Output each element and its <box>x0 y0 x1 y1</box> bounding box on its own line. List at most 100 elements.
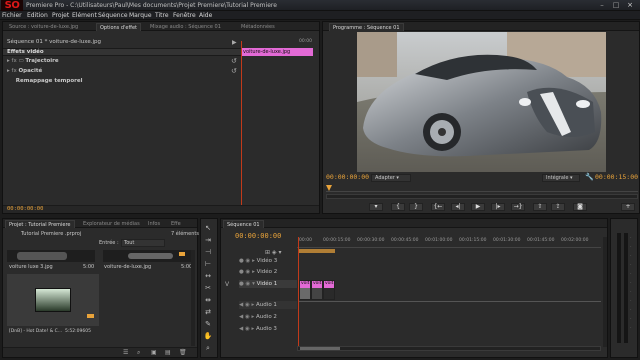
tab-project[interactable]: Projet : Tutorial Premiere <box>5 220 75 228</box>
new-item-icon[interactable]: ▤ <box>165 349 171 356</box>
go-to-out-button[interactable]: →} <box>511 203 525 211</box>
mark-out-button[interactable]: } <box>409 203 423 211</box>
clip-label: voit <box>301 281 310 286</box>
close-button[interactable]: × <box>624 1 636 9</box>
slip-tool-icon[interactable]: ⇹ <box>203 295 213 305</box>
playhead-line <box>241 41 242 211</box>
zoom-tool-icon[interactable]: ⌕ <box>203 343 213 353</box>
extract-button[interactable]: ⇪ <box>551 203 565 211</box>
clip-bar[interactable]: voiture-de-luxe.jpg <box>241 48 313 56</box>
minimize-button[interactable]: – <box>596 1 608 9</box>
video-clip[interactable]: voit <box>323 280 335 300</box>
track-video-3[interactable]: ● ◉ ▸ Vidéo 3 <box>239 257 297 265</box>
trash-icon[interactable]: 🗑 <box>179 349 187 356</box>
timeline-timecode[interactable]: 00:00:00:00 <box>235 232 281 240</box>
tab-effect-options[interactable]: Options d'effet <box>96 23 141 31</box>
program-zoom-bar[interactable] <box>326 194 638 199</box>
go-to-in-button[interactable]: {← <box>431 203 445 211</box>
tab-source[interactable]: Source : voiture-de-luxe.jpg <box>9 23 78 31</box>
track-target-icon[interactable]: V <box>225 281 235 291</box>
tab-info[interactable]: Infos <box>148 220 160 228</box>
reset-icon[interactable]: ↺ <box>231 57 237 65</box>
play-icon[interactable]: ▶ <box>471 203 485 211</box>
ripple-edit-tool-icon[interactable]: ⊣ <box>203 247 213 257</box>
timeline-zoom-scrollbar[interactable] <box>297 346 601 351</box>
playhead-marker[interactable] <box>326 185 332 191</box>
program-time-ruler[interactable] <box>326 184 638 192</box>
search-icon[interactable]: ⌕ <box>137 349 140 357</box>
menu-edition[interactable]: Edition <box>27 12 48 19</box>
menu-element[interactable]: Elément <box>72 12 97 19</box>
timeline-vertical-scrollbar[interactable] <box>603 237 607 347</box>
selection-tool-icon[interactable]: ↖ <box>203 223 213 233</box>
effect-row-trajectoire[interactable]: ▸ fx ▭ Trajectoire <box>7 57 59 65</box>
tab-effects[interactable]: Effe <box>171 220 181 228</box>
tab-program[interactable]: Programme : Séquence 01 <box>329 23 404 31</box>
ruler-tick: 00:02:00:00 <box>561 238 589 243</box>
pen-tool-icon[interactable]: ✎ <box>203 319 213 329</box>
track-select-tool-icon[interactable]: ⇥ <box>203 235 213 245</box>
mark-in-button[interactable]: { <box>391 203 405 211</box>
menu-sequence[interactable]: Séquence <box>98 12 128 19</box>
audio-meters-panel: ----------- <box>610 218 638 358</box>
track-video-1[interactable]: ● ◉ ▾ Vidéo 1 <box>239 280 297 288</box>
step-back-icon[interactable]: ◂| <box>451 203 465 211</box>
project-item-name[interactable]: voiture-de-luxe.jpg <box>104 264 151 270</box>
section-title: Effets vidéo <box>7 49 44 55</box>
entry-dropdown[interactable]: Tout <box>121 239 165 247</box>
thumb-1[interactable] <box>7 250 95 262</box>
wrench-icon[interactable]: 🔧 <box>585 173 594 181</box>
menu-aide[interactable]: Aide <box>199 12 212 19</box>
ruler-tick: 00:01:45:00 <box>527 238 555 243</box>
hand-tool-icon[interactable]: ✋ <box>203 331 213 341</box>
maximize-button[interactable]: □ <box>610 1 622 9</box>
tab-audio-mixer[interactable]: Mixage audio : Séquence 01 <box>150 23 221 31</box>
menu-marque[interactable]: Marque <box>129 12 152 19</box>
project-item-name[interactable]: voiture luxe 3.jpg <box>9 264 53 270</box>
program-tabstrip: Programme : Séquence 01 <box>323 22 639 31</box>
timeline-ruler[interactable]: 00:00 00:00:15:00 00:00:30:00 00:00:45:0… <box>297 237 601 248</box>
quality-dropdown[interactable]: Intégrale ▾ <box>542 174 580 182</box>
razor-tool-icon[interactable]: ✂ <box>203 283 213 293</box>
work-area-bar[interactable] <box>299 249 335 253</box>
thumb-2[interactable] <box>103 250 191 262</box>
video-clip[interactable]: voit <box>299 280 311 300</box>
effect-row-opacite[interactable]: ▸ fx Opacité <box>7 67 42 75</box>
add-button[interactable]: + <box>621 203 635 211</box>
list-view-icon[interactable]: ☰ <box>123 349 128 356</box>
audio-clip-thumb[interactable] <box>7 274 99 326</box>
meter-scale: ----------- <box>630 235 632 329</box>
rate-stretch-tool-icon[interactable]: ↔ <box>203 271 213 281</box>
menu-projet[interactable]: Projet <box>52 12 69 19</box>
reset-icon[interactable]: ↺ <box>231 67 237 75</box>
zoom-thumb[interactable] <box>300 347 340 350</box>
effect-row-remappage[interactable]: Remappage temporel <box>7 77 83 85</box>
menu-titre[interactable]: Titre <box>155 12 169 19</box>
expand-icon[interactable]: ▶ <box>232 39 237 46</box>
fit-value: Adapter <box>375 175 395 181</box>
slide-tool-icon[interactable]: ⇄ <box>203 307 213 317</box>
tab-sequence[interactable]: Séquence 01 <box>223 220 264 228</box>
menu-fenetre[interactable]: Fenêtre <box>173 12 196 19</box>
folder-icon[interactable]: ▣ <box>151 349 157 356</box>
fit-dropdown[interactable]: Adapter ▾ <box>371 174 411 182</box>
track-audio-1[interactable]: ◀ ◉ ▸ Audio 1 <box>239 301 297 309</box>
rolling-edit-tool-icon[interactable]: ⊢ <box>203 259 213 269</box>
track-video-2[interactable]: ● ◉ ▸ Vidéo 2 <box>239 268 297 276</box>
lift-button[interactable]: ⇧ <box>533 203 547 211</box>
audio-clip-name[interactable]: [DnB] - Hot Date! & C... <box>9 329 62 334</box>
entry-value: Tout <box>124 240 135 246</box>
project-scrollbar[interactable] <box>191 250 195 346</box>
track-audio-3[interactable]: ◀ ◉ ▸ Audio 3 <box>239 325 297 333</box>
program-timecode-left[interactable]: 00:00:00:00 <box>326 173 369 181</box>
tab-metadata[interactable]: Métadonnées <box>241 23 275 31</box>
clip-label: voit <box>325 281 334 286</box>
camera-icon[interactable]: ◙ <box>573 203 587 211</box>
track-audio-2[interactable]: ◀ ◉ ▸ Audio 2 <box>239 313 297 321</box>
thumb-1-image <box>17 252 67 260</box>
tab-media-browser[interactable]: Explorateur de médias <box>83 220 140 228</box>
video-clip[interactable]: voit <box>311 280 323 300</box>
menu-fichier[interactable]: Fichier <box>2 12 22 19</box>
step-forward-icon[interactable]: |▸ <box>491 203 505 211</box>
add-marker-button[interactable]: ▾ <box>369 203 383 211</box>
